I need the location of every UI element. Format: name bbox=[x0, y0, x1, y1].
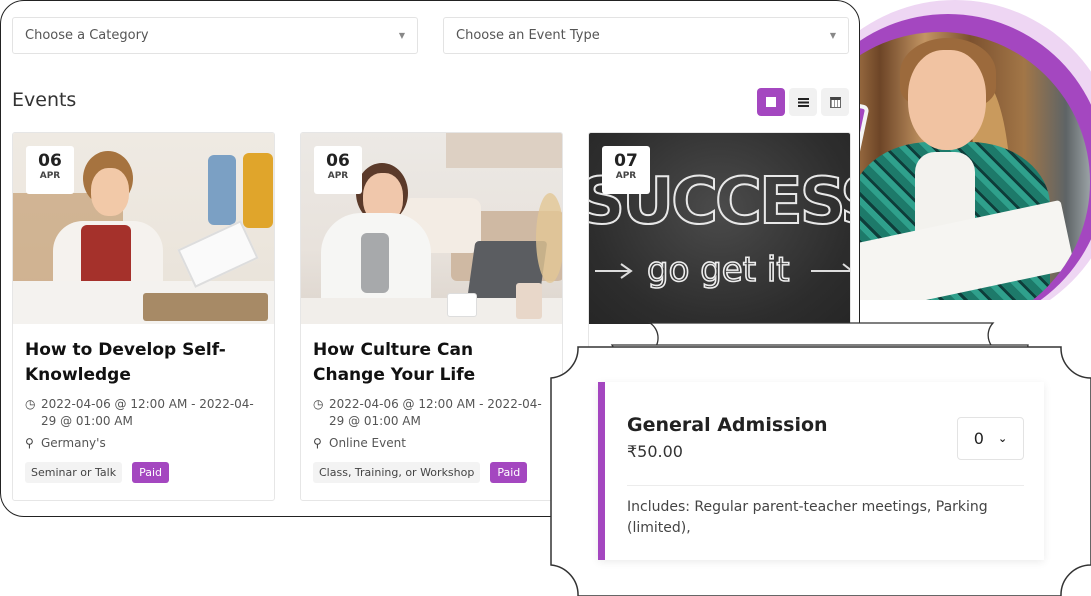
date-month: APR bbox=[327, 171, 349, 181]
event-location: ⚲ Germany's bbox=[25, 435, 262, 452]
category-tag[interactable]: Seminar or Talk bbox=[25, 462, 123, 483]
paid-badge: Paid bbox=[132, 462, 169, 483]
category-tag[interactable]: Class, Training, or Workshop bbox=[313, 462, 481, 483]
event-title[interactable]: How to Develop Self-Knowledge bbox=[25, 338, 262, 388]
calendar-view-button[interactable] bbox=[821, 88, 849, 116]
ticket-quantity-value: 0 bbox=[973, 429, 984, 448]
event-card[interactable]: 06 APR How to Develop Self-Knowledge ◷ 2… bbox=[12, 132, 275, 501]
ticket-includes: Includes: Regular parent-teacher meeting… bbox=[627, 499, 988, 536]
event-tags: Class, Training, or Workshop Paid bbox=[313, 462, 550, 483]
event-location: ⚲ Online Event bbox=[313, 435, 550, 452]
hero-photo bbox=[820, 0, 1091, 300]
date-day: 06 bbox=[38, 151, 62, 171]
ticket-quantity-select[interactable]: 0 ⌄ bbox=[957, 417, 1024, 460]
date-badge: 06 APR bbox=[314, 146, 362, 194]
svg-text:go get it: go get it bbox=[647, 250, 790, 290]
ticket-item: General Admission ₹50.00 0 ⌄ Includes: R… bbox=[598, 382, 1044, 560]
view-toggle bbox=[757, 88, 849, 116]
grid-icon bbox=[766, 97, 776, 107]
paid-badge: Paid bbox=[490, 462, 528, 483]
ticket-price: ₹50.00 bbox=[627, 442, 683, 461]
event-tags: Seminar or Talk Paid bbox=[25, 462, 262, 483]
ticket-name: General Admission bbox=[627, 414, 828, 436]
event-location-text: Germany's bbox=[41, 436, 106, 450]
divider bbox=[627, 485, 1024, 486]
category-select[interactable]: Choose a Category ▼ bbox=[12, 17, 418, 54]
map-pin-icon: ⚲ bbox=[313, 436, 322, 450]
event-datetime: ◷ 2022-04-06 @ 12:00 AM - 2022-04-29 @ 0… bbox=[313, 396, 550, 430]
chevron-down-icon: ⌄ bbox=[997, 432, 1008, 445]
clock-icon: ◷ bbox=[313, 397, 324, 411]
event-type-select-placeholder: Choose an Event Type bbox=[456, 28, 600, 43]
calendar-icon bbox=[829, 96, 841, 108]
event-title[interactable]: How Culture Can Change Your Life bbox=[313, 338, 550, 388]
date-badge: 06 APR bbox=[26, 146, 74, 194]
grid-view-button[interactable] bbox=[757, 88, 785, 116]
category-select-placeholder: Choose a Category bbox=[25, 28, 149, 43]
event-datetime-text: 2022-04-06 @ 12:00 AM - 2022-04-29 @ 01:… bbox=[41, 397, 254, 428]
event-type-select[interactable]: Choose an Event Type ▼ bbox=[443, 17, 849, 54]
caret-down-icon: ▼ bbox=[398, 31, 405, 40]
stage: Choose a Category ▼ Choose an Event Type… bbox=[0, 0, 1091, 596]
date-badge: 07 APR bbox=[602, 146, 650, 194]
date-day: 07 bbox=[614, 151, 638, 171]
event-card[interactable]: 06 APR How Culture Can Change Your Life … bbox=[300, 132, 563, 501]
list-icon bbox=[797, 97, 809, 107]
event-datetime-text: 2022-04-06 @ 12:00 AM - 2022-04-29 @ 01:… bbox=[329, 397, 542, 428]
event-image: 06 APR bbox=[301, 133, 562, 324]
events-heading: Events bbox=[12, 89, 77, 111]
event-image: 06 APR bbox=[13, 133, 274, 324]
clock-icon: ◷ bbox=[25, 397, 36, 411]
date-month: APR bbox=[39, 171, 61, 181]
event-location-text: Online Event bbox=[329, 436, 406, 450]
list-view-button[interactable] bbox=[789, 88, 817, 116]
date-day: 06 bbox=[326, 151, 350, 171]
map-pin-icon: ⚲ bbox=[25, 436, 34, 450]
event-datetime: ◷ 2022-04-06 @ 12:00 AM - 2022-04-29 @ 0… bbox=[25, 396, 262, 430]
date-month: APR bbox=[615, 171, 637, 181]
caret-down-icon: ▼ bbox=[829, 31, 836, 40]
